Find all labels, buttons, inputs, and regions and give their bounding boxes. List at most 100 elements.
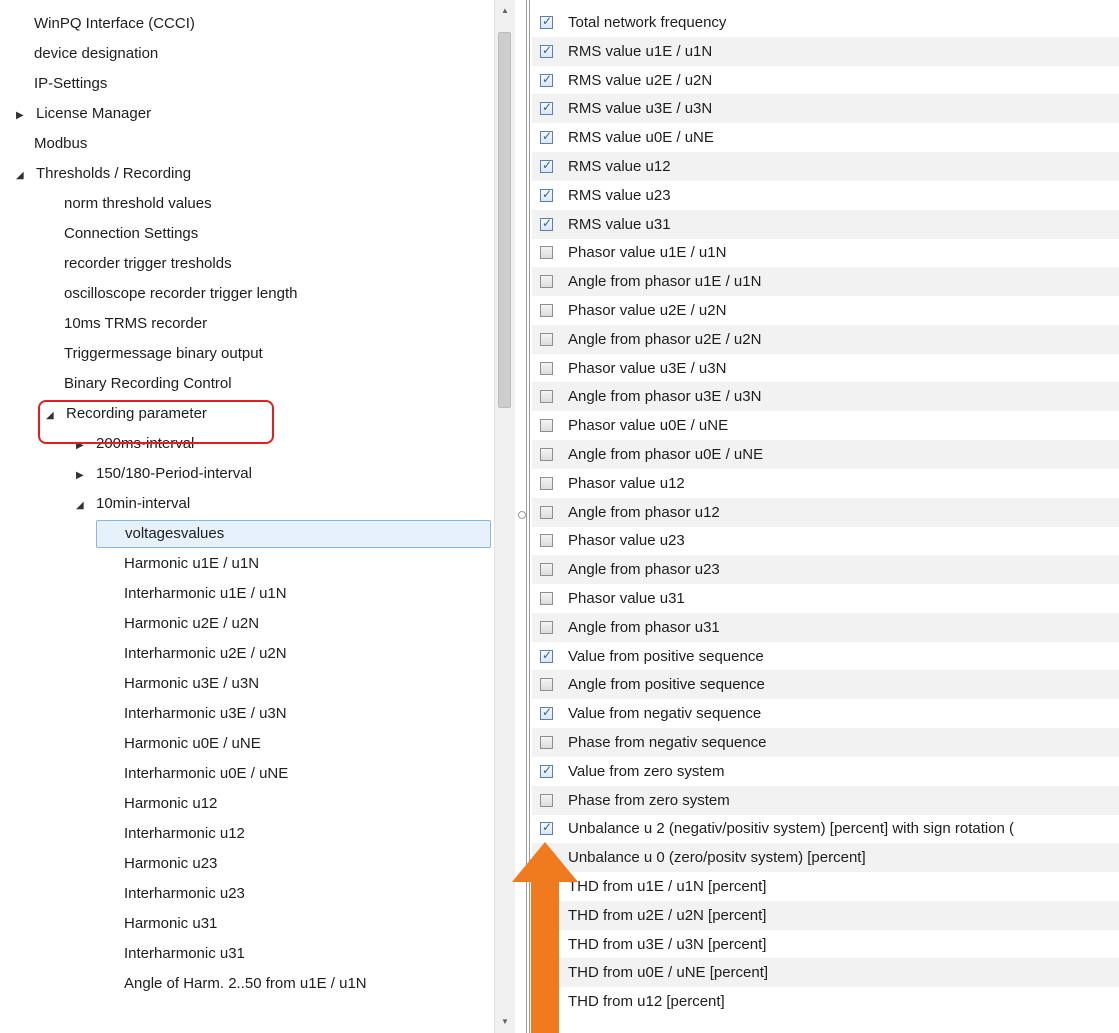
checkbox-unchecked[interactable] (540, 995, 553, 1009)
checkbox-unchecked[interactable] (540, 851, 553, 865)
tree-item[interactable]: Harmonic u0E / uNE (124, 730, 261, 758)
checklist-row[interactable]: THD from u0E / uNE [percent] (532, 958, 1119, 988)
checklist-row[interactable]: Phasor value u12 (532, 469, 1119, 498)
checkbox-unchecked[interactable] (540, 563, 553, 577)
checklist-row[interactable]: Value from positive sequence (532, 642, 1119, 671)
checklist-row[interactable]: Angle from phasor u31 (532, 612, 1119, 642)
tree-item[interactable]: Harmonic u12 (124, 790, 217, 818)
checkbox-checked[interactable] (540, 14, 553, 29)
checkbox-unchecked[interactable] (540, 937, 553, 951)
checklist-row[interactable]: Phasor value u31 (532, 584, 1119, 613)
checkbox-checked[interactable] (540, 820, 553, 836)
checklist-row[interactable]: Value from zero system (532, 757, 1119, 786)
tree-item[interactable]: ▶ 150/180-Period-interval (76, 460, 252, 488)
checkbox-checked[interactable] (540, 100, 553, 116)
checkbox-checked[interactable] (540, 72, 553, 87)
pane-splitter[interactable] (516, 0, 530, 1033)
scroll-down-icon[interactable]: ▼ (495, 1011, 515, 1033)
checklist-row[interactable]: RMS value u31 (532, 209, 1119, 239)
checklist-row[interactable]: THD from u1E / u1N [percent] (532, 872, 1119, 901)
tree-item[interactable]: ◢ Recording parameter (46, 400, 207, 428)
tree-item[interactable]: voltagesvalues (96, 520, 491, 548)
checkbox-unchecked[interactable] (540, 966, 553, 980)
checkbox-checked[interactable] (540, 216, 553, 231)
checkbox-checked[interactable] (540, 129, 553, 145)
checklist-row[interactable]: Unbalance u 0 (zero/positv system) [perc… (532, 843, 1119, 873)
checklist-row[interactable]: Angle from phasor u23 (532, 555, 1119, 585)
checklist-row[interactable]: Angle from phasor u3E / u3N (532, 382, 1119, 412)
tree-item[interactable]: ▶ License Manager (16, 100, 151, 128)
checklist-row[interactable]: RMS value u2E / u2N (532, 66, 1119, 95)
checklist-row[interactable]: Phasor value u3E / u3N (532, 354, 1119, 383)
tree-item[interactable]: Harmonic u31 (124, 910, 217, 938)
checklist-row[interactable]: Unbalance u 2 (negativ/positiv system) [… (532, 814, 1119, 843)
checklist-row[interactable]: RMS value u0E / uNE (532, 123, 1119, 152)
checkbox-checked[interactable] (540, 705, 553, 721)
tree-item[interactable]: Interharmonic u3E / u3N (124, 700, 287, 728)
tree-item[interactable]: ▶ 200ms-interval (76, 430, 194, 458)
checklist-row[interactable]: Phase from negativ sequence (532, 728, 1119, 757)
checkbox-unchecked[interactable] (540, 678, 553, 692)
tree-item[interactable]: Interharmonic u31 (124, 940, 245, 968)
checkbox-unchecked[interactable] (540, 793, 553, 807)
tree-item[interactable]: ◢ Thresholds / Recording (16, 160, 191, 188)
checkbox-checked[interactable] (540, 158, 553, 173)
checkbox-checked[interactable] (540, 648, 553, 663)
tree-item[interactable]: WinPQ Interface (CCCI) (34, 10, 195, 38)
checkbox-unchecked[interactable] (540, 736, 553, 749)
tree-item[interactable]: Harmonic u23 (124, 850, 217, 878)
tree-item[interactable]: Binary Recording Control (64, 370, 232, 398)
collapse-arrow-icon[interactable]: ◢ (16, 162, 30, 190)
checklist-row[interactable]: Phasor value u0E / uNE (532, 411, 1119, 440)
collapse-arrow-icon[interactable]: ◢ (46, 402, 60, 430)
checklist-row[interactable]: Angle from phasor u0E / uNE (532, 440, 1119, 469)
tree-item[interactable]: Harmonic u1E / u1N (124, 550, 259, 578)
tree-item[interactable]: ◢ 10min-interval (76, 490, 190, 518)
checklist-row[interactable]: Angle from positive sequence (532, 670, 1119, 700)
checkbox-unchecked[interactable] (540, 332, 553, 346)
tree-item[interactable]: Interharmonic u2E / u2N (124, 640, 287, 668)
checklist-row[interactable]: THD from u12 [percent] (532, 987, 1119, 1016)
tree-item[interactable]: Harmonic u2E / u2N (124, 610, 259, 638)
tree-item[interactable]: Connection Settings (64, 220, 198, 248)
checkbox-unchecked[interactable] (540, 304, 553, 317)
tree-item[interactable]: Interharmonic u12 (124, 820, 245, 848)
tree-item[interactable]: Harmonic u3E / u3N (124, 670, 259, 698)
checkbox-unchecked[interactable] (540, 620, 553, 634)
checklist-row[interactable]: RMS value u23 (532, 181, 1119, 210)
checklist-row[interactable]: Phasor value u1E / u1N (532, 238, 1119, 267)
checklist-row[interactable]: THD from u2E / u2N [percent] (532, 900, 1119, 930)
checklist-row[interactable]: Total network frequency (532, 8, 1119, 37)
checkbox-unchecked[interactable] (540, 534, 553, 548)
checkbox-checked[interactable] (540, 187, 553, 202)
checklist-row[interactable]: Phase from zero system (532, 785, 1119, 815)
scroll-up-icon[interactable]: ▲ (495, 0, 515, 22)
expand-arrow-icon[interactable]: ▶ (76, 432, 90, 460)
tree-item[interactable]: Interharmonic u0E / uNE (124, 760, 288, 788)
tree-item[interactable]: 10ms TRMS recorder (64, 310, 207, 338)
tree-item[interactable]: recorder trigger tresholds (64, 250, 232, 278)
tree-item[interactable]: Interharmonic u1E / u1N (124, 580, 287, 608)
expand-arrow-icon[interactable]: ▶ (16, 102, 30, 130)
checkbox-unchecked[interactable] (540, 592, 553, 605)
checkbox-unchecked[interactable] (540, 275, 553, 289)
checklist-row[interactable]: Angle from phasor u2E / u2N (532, 324, 1119, 354)
checklist-row[interactable]: Value from negativ sequence (532, 699, 1119, 728)
tree-item[interactable]: Modbus (34, 130, 87, 158)
tree-item[interactable]: Triggermessage binary output (64, 340, 263, 368)
checklist-row[interactable]: THD from u3E / u3N [percent] (532, 930, 1119, 959)
checklist-row[interactable]: Angle from phasor u1E / u1N (532, 267, 1119, 297)
tree-item[interactable]: norm threshold values (64, 190, 212, 218)
checkbox-unchecked[interactable] (540, 505, 553, 519)
checklist-row[interactable]: RMS value u1E / u1N (532, 36, 1119, 66)
checklist-row[interactable]: Phasor value u23 (532, 526, 1119, 555)
tree-item[interactable]: oscilloscope recorder trigger length (64, 280, 297, 308)
tree-scrollbar[interactable]: ▲ ▼ (494, 0, 515, 1033)
splitter-grip-icon[interactable] (518, 511, 526, 519)
checkbox-checked[interactable] (540, 907, 553, 922)
checkbox-unchecked[interactable] (540, 476, 553, 490)
checkbox-checked[interactable] (540, 763, 553, 778)
checkbox-unchecked[interactable] (540, 361, 553, 375)
expand-arrow-icon[interactable]: ▶ (76, 462, 90, 490)
checklist-row[interactable]: Angle from phasor u12 (532, 497, 1119, 527)
